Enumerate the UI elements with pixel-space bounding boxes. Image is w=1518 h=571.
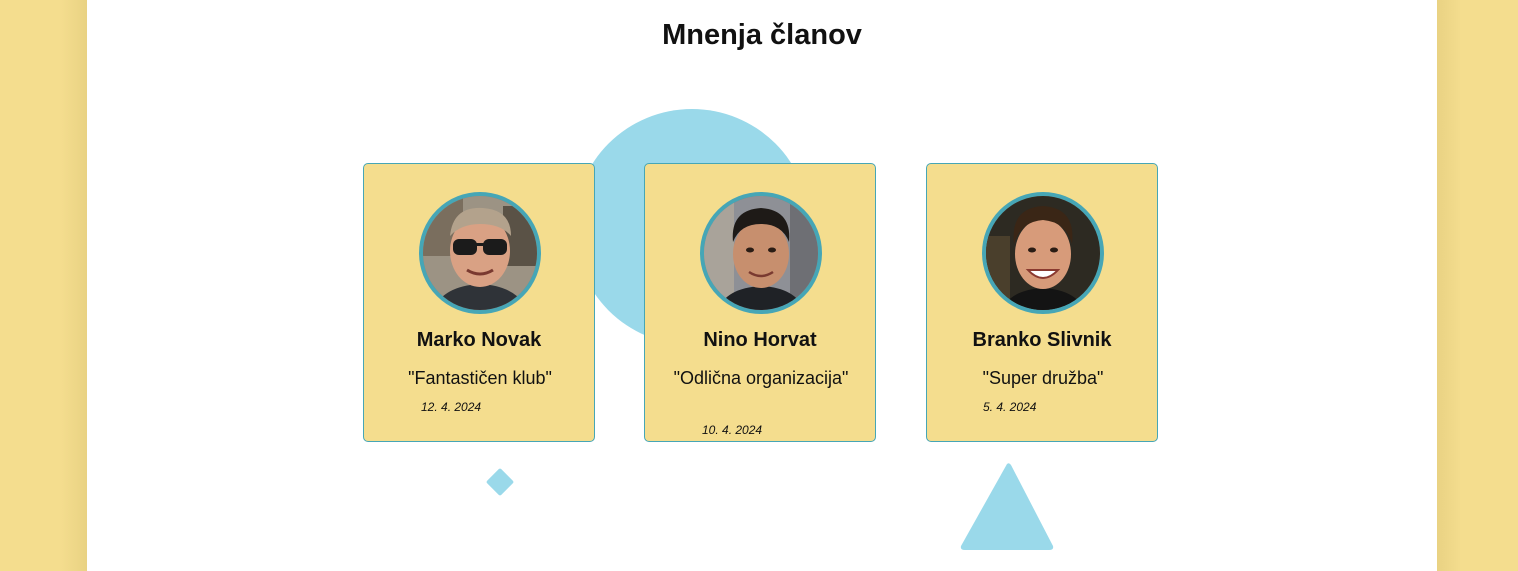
avatar xyxy=(982,192,1104,314)
decorative-diamond xyxy=(485,467,515,497)
review-date: 12. 4. 2024 xyxy=(421,400,482,414)
teen-boy-photo-icon xyxy=(986,196,1100,310)
member-quote: "Odlična organizacija" xyxy=(673,368,849,388)
testimonial-card: Nino Horvat "Odlična organizacija" 10. 4… xyxy=(644,163,876,442)
review-date: 10. 4. 2024 xyxy=(702,423,763,437)
decorative-triangle xyxy=(960,463,1054,550)
member-name: Marko Novak xyxy=(416,329,542,351)
testimonial-card: Marko Novak "Fantastičen klub" 12. 4. 20… xyxy=(363,163,595,442)
testimonials-section: Mnenja članov Marko Novak "Fantastičen k… xyxy=(87,0,1437,571)
young-man-photo-icon xyxy=(704,196,818,310)
review-date: 5. 4. 2024 xyxy=(983,400,1037,414)
testimonial-card: Branko Slivnik "Super družba" 5. 4. 2024 xyxy=(926,163,1158,442)
member-name: Branko Slivnik xyxy=(972,329,1112,351)
page-background-right xyxy=(1437,0,1518,571)
member-name: Nino Horvat xyxy=(703,329,817,351)
member-quote: "Super družba" xyxy=(982,368,1104,388)
section-title: Mnenja članov xyxy=(662,19,862,51)
member-quote: "Fantastičen klub" xyxy=(408,368,552,388)
page-background-left xyxy=(0,0,87,571)
avatar xyxy=(419,192,541,314)
avatar xyxy=(700,192,822,314)
man-sunglasses-photo-icon xyxy=(423,196,537,310)
